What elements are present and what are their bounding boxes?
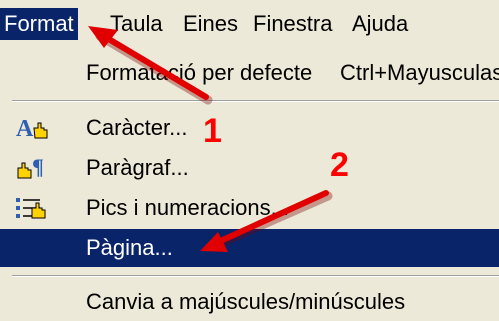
menu-ajuda[interactable]: Ajuda <box>352 10 408 38</box>
annotation-step-2: 2 <box>330 146 349 184</box>
svg-text:¶: ¶ <box>32 154 44 179</box>
menu-bar: Format Taula Eines Finestra Ajuda <box>0 0 499 46</box>
menu-item-label: Canvia a majúscules/minúscules <box>86 289 406 314</box>
menu-item-label: Formatació per defecte <box>86 60 313 85</box>
menu-taula-label: Taula <box>110 11 163 36</box>
format-dropdown-menu: Formatació per defecte Ctrl+Mayusculas A… <box>0 46 499 314</box>
menu-item-paragraph[interactable]: ¶ Paràgraf... <box>0 149 499 187</box>
menu-ajuda-label: Ajuda <box>352 11 409 36</box>
menu-item-label: Pics i numeracions... <box>86 195 289 220</box>
menu-separator <box>12 275 499 277</box>
menu-separator <box>12 100 499 102</box>
menu-finestra-label: Finestra <box>253 11 333 36</box>
menu-item-label: Paràgraf... <box>86 155 189 180</box>
menu-item-shortcut: Ctrl+Mayusculas <box>340 60 499 85</box>
menu-finestra[interactable]: Finestra <box>253 10 332 38</box>
menu-format[interactable]: Format <box>0 8 78 40</box>
menu-eines[interactable]: Eines <box>183 10 238 38</box>
menu-item-page[interactable]: Pàgina... <box>0 229 499 267</box>
svg-text:A: A <box>16 116 34 142</box>
menu-taula[interactable]: Taula <box>110 10 163 38</box>
annotation-step-1: 1 <box>203 112 222 150</box>
menu-item-label: Caràcter... <box>86 115 188 140</box>
menu-item-label: Pàgina... <box>86 235 173 260</box>
menu-item-change-case[interactable]: Canvia a majúscules/minúscules <box>0 283 499 321</box>
menu-item-default-formatting[interactable]: Formatació per defecte Ctrl+Mayusculas <box>0 54 499 92</box>
menu-format-label: Format <box>4 11 74 36</box>
menu-item-bullets-numbering[interactable]: Pics i numeracions... <box>0 189 499 227</box>
character-format-icon: A <box>14 114 54 142</box>
bullets-numbering-icon <box>14 194 54 222</box>
menu-item-character[interactable]: A Caràcter... <box>0 109 499 147</box>
menu-eines-label: Eines <box>183 11 239 36</box>
paragraph-format-icon: ¶ <box>14 154 54 182</box>
